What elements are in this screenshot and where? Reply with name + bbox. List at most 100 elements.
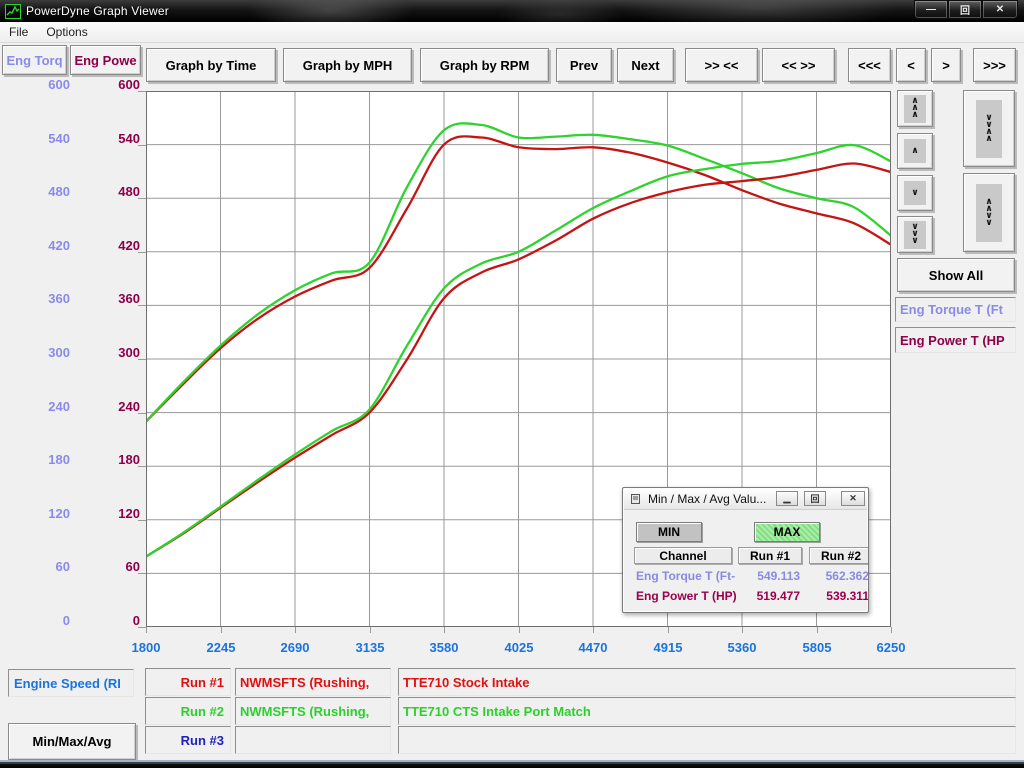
y-axis-tick-torque: 0: [10, 613, 70, 628]
run1-file-label: NWMSFTS (Rushing,: [235, 668, 391, 696]
chevron-glyph: ∨: [911, 238, 918, 245]
graph-by-mph-button[interactable]: Graph by MPH: [283, 48, 412, 82]
window-title: PowerDyne Graph Viewer: [26, 4, 169, 18]
y-axis-torque-channel-label: Eng Torque T (Ft: [895, 297, 1016, 322]
graph-by-time-button[interactable]: Graph by Time: [146, 48, 276, 82]
y-axis-tick-power: 360: [80, 291, 140, 306]
minmax-window-title: Min / Max / Avg Valu...: [648, 492, 766, 506]
minimize-button[interactable]: —: [914, 0, 948, 19]
scroll-down-button-icon: ∨: [904, 181, 926, 205]
pan-right-button[interactable]: >: [931, 48, 961, 82]
x-axis-tick: 6250: [859, 640, 923, 655]
x-axis-tick: 4025: [487, 640, 551, 655]
x-axis-tickmark: [146, 627, 147, 633]
y-axis-tickmark: [138, 359, 146, 360]
run3-description-label: [398, 726, 1016, 754]
pan-left-button[interactable]: <: [896, 48, 926, 82]
x-axis-tick: 5805: [785, 640, 849, 655]
y-axis-tick-torque: 480: [10, 184, 70, 199]
y-axis-tick-torque: 540: [10, 131, 70, 146]
pan-left-fast-button[interactable]: <<<: [848, 48, 891, 82]
minmax-minimize-button[interactable]: ▁: [776, 491, 798, 506]
minmax-avg-button[interactable]: Min/Max/Avg: [8, 723, 136, 760]
y-axis-tick-power: 240: [80, 399, 140, 414]
close-button[interactable]: ✕: [982, 0, 1018, 19]
chevron-glyph: ∨: [985, 220, 992, 227]
graph-by-rpm-button[interactable]: Graph by RPM: [420, 48, 549, 82]
chevron-glyph: ∧: [911, 148, 918, 155]
scroll-up-button-icon: ∧: [904, 139, 926, 163]
power-channel-button[interactable]: Eng Powe: [70, 45, 141, 75]
minmax-title-bar[interactable]: Min / Max / Avg Valu...: [624, 489, 867, 510]
minmax-header-channel: Channel: [634, 547, 732, 564]
y-axis-tickmark: [138, 627, 146, 628]
minmax-power-run2-value: 539.311: [809, 589, 869, 603]
chevron-glyph: ∧: [985, 136, 992, 143]
minmax-values-window[interactable]: Min / Max / Avg Valu... ▁ 回 ✕ MIN MAX Ch…: [622, 487, 869, 613]
show-all-button[interactable]: Show All: [897, 258, 1015, 292]
y-axis-tick-torque: 120: [10, 506, 70, 521]
prev-button[interactable]: Prev: [556, 48, 612, 82]
run1-label: Run #1: [145, 668, 231, 696]
x-axis-tick: 2245: [189, 640, 253, 655]
min-toggle-button[interactable]: MIN: [636, 522, 702, 542]
y-axis-tick-power: 120: [80, 506, 140, 521]
zoom-in-x-button[interactable]: >> <<: [685, 48, 758, 82]
minmax-restore-button[interactable]: 回: [804, 491, 826, 506]
max-toggle-button[interactable]: MAX: [754, 522, 820, 542]
x-axis-tick: 4470: [561, 640, 625, 655]
scroll-down-button[interactable]: ∨: [897, 175, 933, 211]
y-axis-tick-power: 420: [80, 238, 140, 253]
scroll-bottom-button-icon: ∨∨∨: [904, 221, 926, 249]
x-axis-tickmark: [742, 627, 743, 633]
x-axis-tickmark: [444, 627, 445, 633]
x-axis-tickmark: [221, 627, 222, 633]
title-bar[interactable]: PowerDyne Graph Viewer — 回 ✕: [0, 0, 1024, 22]
run3-label: Run #3: [145, 726, 231, 754]
next-button[interactable]: Next: [617, 48, 674, 82]
y-axis-tick-torque: 60: [10, 559, 70, 574]
scroll-up-button[interactable]: ∧: [897, 133, 933, 169]
minmax-torque-run1-value: 549.113: [738, 569, 800, 583]
expand-y-button-icon: ∧∧∨∨: [976, 184, 1002, 242]
y-axis-tick-power: 60: [80, 559, 140, 574]
x-axis-tickmark: [519, 627, 520, 633]
window-bottom-border: [0, 760, 1024, 768]
x-axis-tickmark: [891, 627, 892, 633]
y-axis-tickmark: [138, 466, 146, 467]
y-axis-tick-power: 300: [80, 345, 140, 360]
minmax-row-power-label: Eng Power T (HP): [636, 589, 737, 603]
y-axis-tickmark: [138, 91, 146, 92]
minmax-header-run1: Run #1: [738, 547, 802, 564]
torque-channel-button[interactable]: Eng Torq: [2, 45, 67, 75]
chevron-glyph: ∧: [911, 112, 918, 119]
y-axis-tickmark: [138, 413, 146, 414]
minmax-close-button[interactable]: ✕: [841, 491, 865, 506]
zoom-out-x-button[interactable]: << >>: [762, 48, 835, 82]
compress-y-button[interactable]: ∨∨∧∧: [963, 90, 1015, 167]
y-axis-tick-torque: 180: [10, 452, 70, 467]
y-axis-tickmark: [138, 252, 146, 253]
menu-file[interactable]: File: [0, 23, 37, 41]
run2-description-label: TTE710 CTS Intake Port Match: [398, 697, 1016, 725]
y-axis-tickmark: [138, 145, 146, 146]
x-axis-tick: 3135: [338, 640, 402, 655]
expand-y-button[interactable]: ∧∧∨∨: [963, 173, 1015, 252]
y-axis-tickmark: [138, 573, 146, 574]
run3-file-label: [235, 726, 391, 754]
y-axis-tick-torque: 600: [10, 77, 70, 92]
y-axis-tick-power: 0: [80, 613, 140, 628]
scroll-top-button[interactable]: ∧∧∧: [897, 90, 933, 127]
scroll-top-button-icon: ∧∧∧: [904, 95, 926, 123]
app-icon: [5, 4, 21, 19]
x-axis-channel-label: Engine Speed (RI: [8, 669, 134, 697]
x-axis-tick: 5360: [710, 640, 774, 655]
scroll-bottom-button[interactable]: ∨∨∨: [897, 216, 933, 253]
restore-button[interactable]: 回: [948, 0, 982, 19]
powerdyne-window: PowerDyne Graph Viewer — 回 ✕ File Option…: [0, 0, 1024, 768]
menu-options[interactable]: Options: [37, 23, 96, 41]
y-axis-tick-power: 480: [80, 184, 140, 199]
pan-right-fast-button[interactable]: >>>: [973, 48, 1016, 82]
minmax-row-torque-label: Eng Torque T (Ft-: [636, 569, 735, 583]
y-axis-tick-power: 600: [80, 77, 140, 92]
